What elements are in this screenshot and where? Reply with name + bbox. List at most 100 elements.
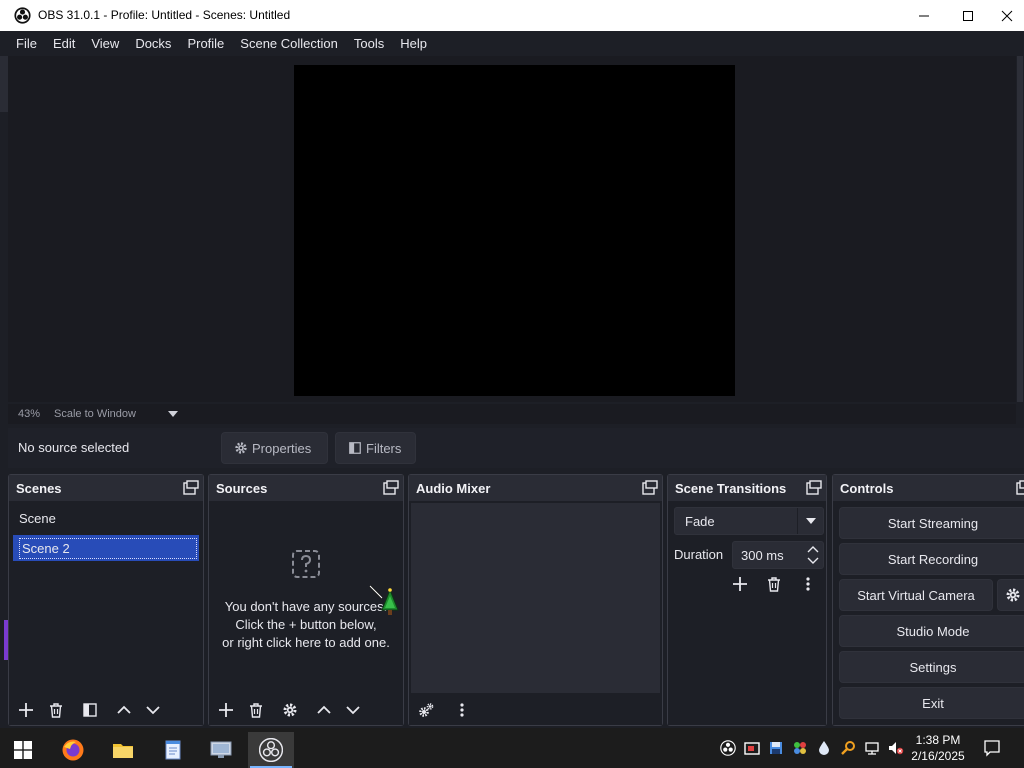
move-scene-up-button[interactable] (110, 697, 138, 723)
audio-mixer-dock: Audio Mixer (408, 474, 663, 726)
duration-spinbox[interactable]: 300 ms (732, 541, 824, 569)
title-bar: OBS 31.0.1 - Profile: Untitled - Scenes:… (0, 0, 1024, 31)
undock-icon[interactable] (183, 480, 199, 496)
tray-search[interactable] (836, 728, 860, 768)
filter-icon (83, 703, 97, 717)
properties-button[interactable]: Properties (221, 432, 328, 464)
menu-file[interactable]: File (8, 36, 45, 51)
scenes-dock: Scenes Scene Scene 2 (8, 474, 204, 726)
move-source-down-button[interactable] (339, 697, 367, 723)
advanced-audio-button[interactable] (412, 697, 440, 723)
scene-label: Scene 2 (19, 537, 197, 559)
zoom-level: 43% (18, 408, 41, 420)
minimize-button[interactable] (902, 0, 946, 31)
menu-view[interactable]: View (83, 36, 127, 51)
sources-title: Sources (216, 480, 268, 496)
scale-mode-select[interactable]: Scale to Window (54, 408, 136, 420)
folder-icon (113, 744, 133, 758)
windows-logo-icon (14, 741, 32, 759)
side-indicator (4, 620, 8, 660)
tray-water[interactable] (812, 728, 836, 768)
transition-menu-button[interactable] (794, 571, 822, 597)
filters-button[interactable]: Filters (335, 432, 416, 464)
mixer-menu-button[interactable] (448, 697, 476, 723)
preview-canvas[interactable] (294, 65, 735, 396)
tray-screen-capture[interactable] (740, 728, 764, 768)
scenes-toolbar (9, 695, 203, 725)
start-recording-button[interactable]: Start Recording (839, 543, 1024, 575)
undock-icon[interactable] (806, 480, 822, 496)
close-button[interactable] (990, 0, 1024, 31)
transitions-dock-header: Scene Transitions (668, 475, 826, 501)
chevron-up-icon (117, 705, 131, 714)
transition-value: Fade (685, 513, 715, 529)
mixer-dock-header: Audio Mixer (409, 475, 662, 501)
add-source-button[interactable] (212, 697, 240, 723)
tray-save[interactable] (764, 728, 788, 768)
sources-dock-header: Sources (209, 475, 403, 501)
duration-label: Duration (674, 547, 724, 562)
move-scene-down-button[interactable] (139, 697, 167, 723)
add-transition-button[interactable] (726, 571, 754, 597)
tray-network[interactable] (860, 728, 884, 768)
more-vertical-icon (460, 703, 464, 717)
floppy-icon (770, 742, 782, 754)
settings-button[interactable]: Settings (839, 651, 1024, 683)
menu-help[interactable]: Help (392, 36, 435, 51)
trash-icon (768, 577, 780, 592)
menu-tools[interactable]: Tools (346, 36, 392, 51)
start-virtual-camera-button[interactable]: Start Virtual Camera (839, 579, 993, 611)
tray-obs[interactable] (716, 728, 740, 768)
start-button[interactable] (0, 732, 46, 768)
network-icon (865, 742, 879, 755)
taskbar-notepad[interactable] (150, 732, 196, 768)
undock-icon[interactable] (1016, 480, 1024, 496)
menu-scene-collection[interactable]: Scene Collection (232, 36, 346, 51)
preview-scrollbar[interactable] (1016, 56, 1024, 402)
left-dock-edge (0, 56, 8, 112)
window-title: OBS 31.0.1 - Profile: Untitled - Scenes:… (38, 8, 291, 22)
system-tray (716, 728, 908, 768)
menu-profile[interactable]: Profile (179, 36, 232, 51)
scene-item-selected[interactable]: Scene 2 (13, 535, 199, 561)
virtual-camera-settings-button[interactable] (997, 579, 1024, 611)
remove-scene-button[interactable] (42, 697, 70, 723)
move-source-up-button[interactable] (310, 697, 338, 723)
scrollbar-thumb[interactable] (1017, 56, 1023, 402)
transitions-toolbar (726, 571, 822, 597)
maximize-button[interactable] (946, 0, 990, 31)
empty-line-3: or right click here to add one. (222, 635, 390, 650)
filter-icon (349, 442, 361, 454)
taskbar-firefox[interactable] (50, 732, 96, 768)
taskbar-obs[interactable] (248, 732, 294, 768)
add-scene-button[interactable] (12, 697, 40, 723)
scene-filters-button[interactable] (76, 697, 104, 723)
remove-source-button[interactable] (242, 697, 270, 723)
transition-select[interactable]: Fade (674, 507, 824, 535)
taskbar-clock[interactable]: 1:38 PM 2/16/2025 (904, 732, 972, 764)
spin-arrows-icon[interactable] (805, 544, 821, 566)
scene-item[interactable]: Scene (13, 505, 199, 531)
tray-tools[interactable] (788, 728, 812, 768)
exit-button[interactable]: Exit (839, 687, 1024, 719)
scenes-list[interactable]: Scene Scene 2 (9, 501, 203, 725)
studio-mode-button[interactable]: Studio Mode (839, 615, 1024, 647)
taskbar-file-explorer[interactable] (100, 732, 146, 768)
transition-dropdown-button[interactable] (797, 508, 823, 534)
transitions-body: Fade Duration 300 ms (668, 501, 826, 725)
scene-transitions-dock: Scene Transitions Fade Duration 300 ms (667, 474, 827, 726)
menu-edit[interactable]: Edit (45, 36, 83, 51)
notification-button[interactable] (980, 728, 1004, 768)
remove-transition-button[interactable] (760, 571, 788, 597)
menu-docks[interactable]: Docks (127, 36, 179, 51)
taskbar-display-settings[interactable] (198, 732, 244, 768)
undock-icon[interactable] (383, 480, 399, 496)
monitor-icon (210, 741, 232, 758)
source-properties-button[interactable] (276, 697, 304, 723)
gear-icon (1006, 588, 1020, 602)
undock-icon[interactable] (642, 480, 658, 496)
start-streaming-button[interactable]: Start Streaming (839, 507, 1024, 539)
context-bar: No source selected Properties Filters (8, 428, 1024, 468)
scale-mode-dropdown-icon[interactable] (167, 411, 178, 417)
magnifier-icon (841, 741, 855, 755)
